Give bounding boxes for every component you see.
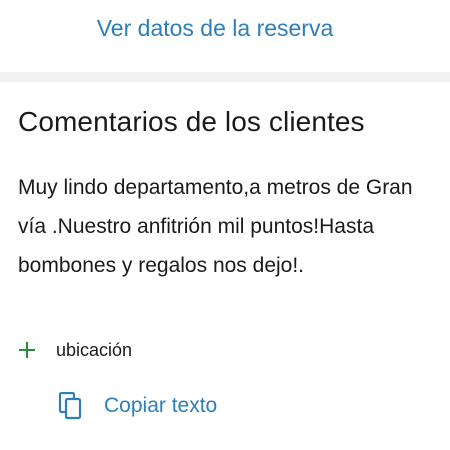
plus-icon [18,341,36,359]
customer-reviews-card: Comentarios de los clientes Muy lindo de… [0,82,450,450]
section-divider [0,72,450,82]
reservation-review-screen: Ver datos de la reserva Comentarios de l… [0,0,450,450]
reviews-title: Comentarios de los clientes [18,106,365,137]
copy-text-button[interactable]: Copiar texto [58,392,217,420]
view-reservation-link[interactable]: Ver datos de la reserva [0,12,430,44]
positive-tag-label: ubicación [56,339,133,360]
positive-tag: ubicación [18,334,132,366]
copy-icon [58,392,82,420]
reservation-link-section: Ver datos de la reserva [0,0,450,72]
copy-text-label: Copiar texto [104,394,218,417]
review-comment: Muy lindo departamento,a metros de Gran … [18,176,413,277]
